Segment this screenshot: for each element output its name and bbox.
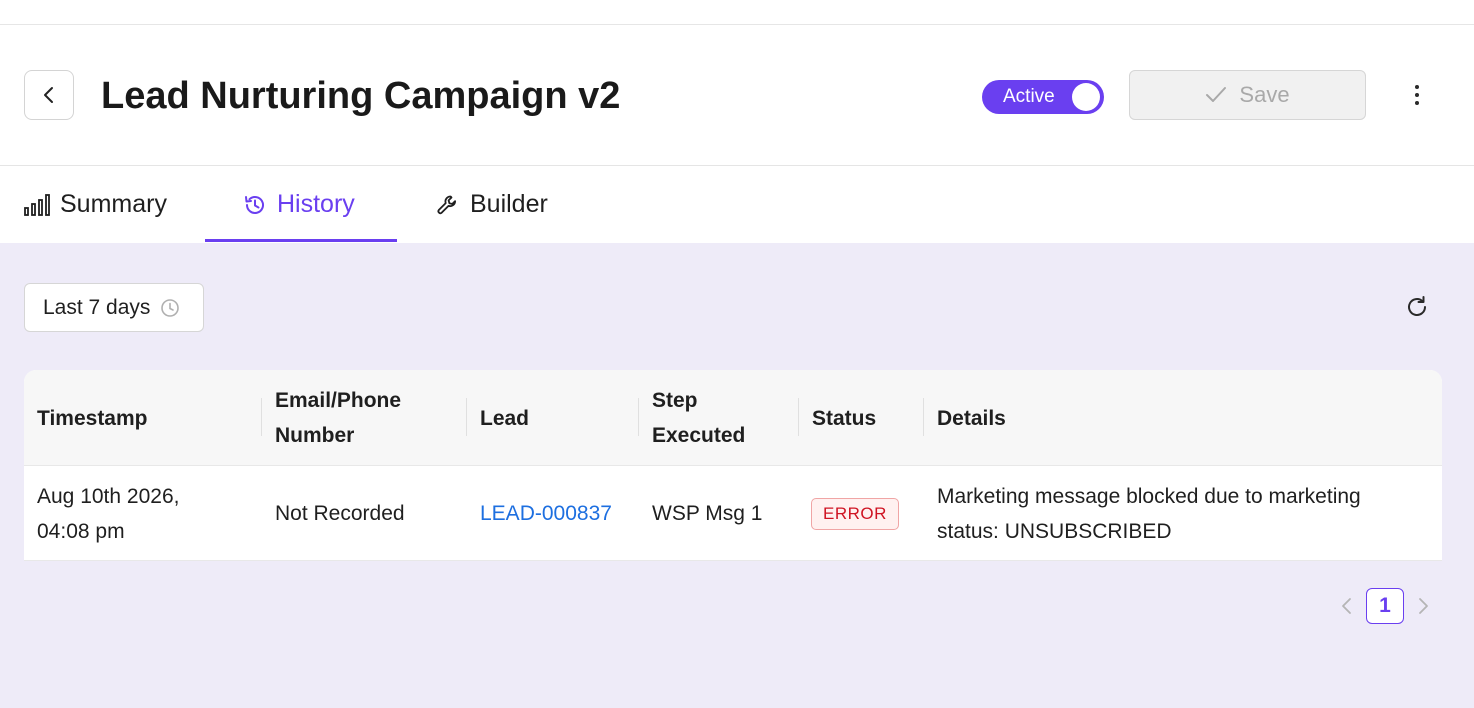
column-divider bbox=[466, 398, 467, 436]
kebab-dot-bottom bbox=[1415, 101, 1419, 105]
column-header-status: Status bbox=[812, 406, 877, 430]
clock-icon bbox=[161, 298, 180, 317]
status-badge: ERROR bbox=[811, 497, 899, 530]
chevron-right-icon bbox=[1419, 598, 1428, 614]
date-range-label: Last 7 days bbox=[43, 295, 151, 319]
back-button[interactable] bbox=[24, 70, 74, 120]
history-content: Last 7 days Timestamp Email/Phone Number… bbox=[0, 243, 1474, 708]
cell-timestamp: Aug 10th 2026, 04:08 pm bbox=[37, 484, 180, 543]
tab-history-label: History bbox=[277, 190, 355, 218]
column-header-email-phone: Email/Phone Number bbox=[275, 389, 402, 447]
chevron-left-icon bbox=[44, 87, 53, 103]
tab-summary[interactable]: Summary bbox=[24, 166, 167, 243]
active-toggle-label: Active bbox=[1003, 86, 1055, 107]
kebab-dot-top bbox=[1415, 85, 1419, 89]
table-row[interactable]: Aug 10th 2026, 04:08 pm Not Recorded LEA… bbox=[24, 466, 1442, 561]
next-page-button[interactable] bbox=[1412, 594, 1434, 618]
cell-email-phone: Not Recorded bbox=[275, 502, 405, 525]
column-header-details: Details bbox=[937, 406, 1006, 430]
column-divider bbox=[798, 398, 799, 436]
bar-chart-icon bbox=[24, 193, 50, 216]
lead-link[interactable]: LEAD-000837 bbox=[480, 466, 640, 561]
chevron-left-icon bbox=[1342, 598, 1351, 614]
refresh-icon[interactable] bbox=[1404, 294, 1430, 320]
tab-history[interactable]: History bbox=[243, 166, 355, 243]
tab-builder[interactable]: Builder bbox=[436, 166, 548, 243]
table-header: Timestamp Email/Phone Number Lead Step E… bbox=[24, 370, 1442, 466]
active-tab-indicator bbox=[205, 239, 397, 242]
more-options-icon[interactable] bbox=[1404, 81, 1430, 109]
tab-bar: Summary History Builder bbox=[0, 166, 1474, 243]
cell-details: Marketing message blocked due to marketi… bbox=[937, 484, 1361, 543]
cell-step-executed: WSP Msg 1 bbox=[652, 502, 763, 525]
checkmark-icon bbox=[1206, 87, 1227, 102]
previous-page-button[interactable] bbox=[1336, 594, 1358, 618]
history-icon bbox=[245, 195, 264, 214]
column-header-timestamp: Timestamp bbox=[37, 406, 148, 430]
column-divider bbox=[261, 398, 262, 436]
page-header: Lead Nurturing Campaign v2 Active Save bbox=[0, 25, 1474, 166]
kebab-dot-middle bbox=[1415, 93, 1419, 97]
column-header-step-executed: Step Executed bbox=[652, 389, 746, 447]
wrench-icon bbox=[437, 195, 457, 214]
page-number-button[interactable]: 1 bbox=[1366, 588, 1404, 624]
tab-summary-label: Summary bbox=[60, 190, 167, 218]
save-button-label: Save bbox=[1239, 82, 1290, 107]
tab-builder-label: Builder bbox=[470, 190, 548, 218]
column-header-lead: Lead bbox=[480, 406, 530, 430]
cell-status: ERROR bbox=[811, 466, 921, 561]
page-title: Lead Nurturing Campaign v2 bbox=[101, 75, 621, 117]
toggle-knob bbox=[1072, 83, 1100, 111]
date-range-filter[interactable]: Last 7 days bbox=[24, 283, 204, 332]
column-divider bbox=[923, 398, 924, 436]
active-toggle[interactable]: Active bbox=[982, 80, 1104, 114]
save-button[interactable]: Save bbox=[1129, 70, 1366, 120]
column-divider bbox=[638, 398, 639, 436]
history-table: Timestamp Email/Phone Number Lead Step E… bbox=[24, 370, 1442, 561]
